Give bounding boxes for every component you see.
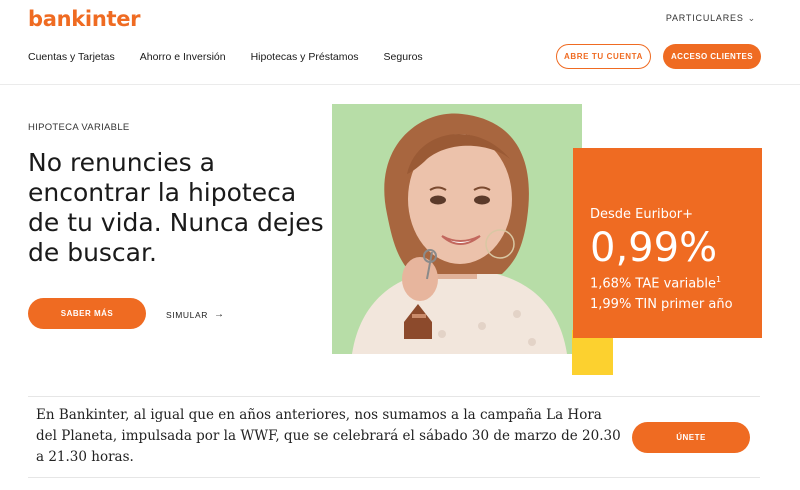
learn-more-button[interactable]: SABER MÁS — [28, 298, 146, 329]
client-access-button[interactable]: ACCESO CLIENTES — [663, 44, 761, 69]
woman-with-keys-image — [332, 104, 582, 354]
main-nav: Cuentas y Tarjetas Ahorro e Inversión Hi… — [28, 51, 448, 63]
promo-tin: 1,99% TIN primer año — [590, 297, 733, 313]
notice-divider-bottom — [28, 477, 760, 478]
nav-item-hipotecas-prestamos[interactable]: Hipotecas y Préstamos — [251, 51, 359, 63]
promo-rate: 0,99% — [590, 225, 718, 271]
arrow-right-icon: → — [214, 309, 225, 320]
promo-card: Desde Euribor+ 0,99% 1,68% TAE variable1… — [573, 148, 762, 338]
nav-item-ahorro-inversion[interactable]: Ahorro e Inversión — [140, 51, 226, 63]
nav-item-cuentas-tarjetas[interactable]: Cuentas y Tarjetas — [28, 51, 115, 63]
bankinter-logo[interactable]: bankinter — [28, 7, 141, 31]
segment-selector[interactable]: PARTICULARES ⌄ — [666, 13, 756, 24]
hero-photo — [332, 104, 582, 354]
promo-tae-text: 1,68% TAE variable — [590, 276, 717, 292]
simulate-label: SIMULAR — [166, 309, 208, 320]
join-button[interactable]: ÚNETE — [632, 422, 750, 453]
header-divider — [0, 84, 800, 85]
nav-item-seguros[interactable]: Seguros — [384, 51, 423, 63]
promo-tae-footnote: 1 — [716, 275, 722, 284]
earth-hour-notice: En Bankinter, al igual que en años anter… — [36, 407, 621, 465]
promo-line1: Desde Euribor+ — [590, 207, 694, 222]
promo-tae: 1,68% TAE variable1 — [590, 270, 762, 294]
segment-label: PARTICULARES — [665, 13, 744, 23]
open-account-button[interactable]: ABRE TU CUENTA — [556, 44, 651, 69]
simulate-link[interactable]: SIMULAR → — [166, 309, 225, 320]
hero-kicker: HIPOTECA VARIABLE — [28, 122, 130, 133]
chevron-down-icon: ⌄ — [747, 13, 756, 23]
notice-divider-top — [28, 396, 760, 397]
hero-headline: No renuncies a encontrar la hipoteca de … — [28, 148, 324, 267]
